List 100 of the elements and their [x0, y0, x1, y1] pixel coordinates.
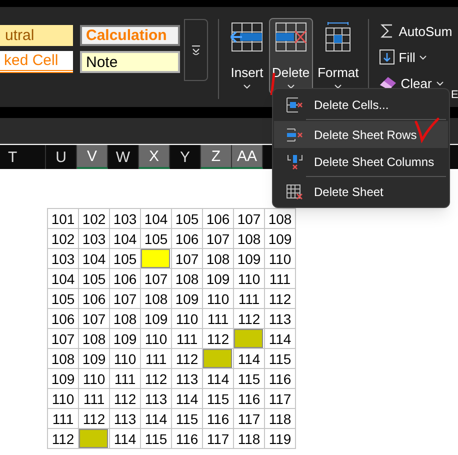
table-cell: 107	[172, 248, 202, 268]
table-cell: 104	[48, 268, 78, 288]
table-cell: 114	[264, 328, 296, 348]
table-cell: 110	[110, 348, 140, 368]
table-cell: 114	[110, 428, 140, 448]
table-cell: 112	[110, 388, 140, 408]
table-cell: 114	[234, 348, 264, 368]
table-cell: 113	[140, 388, 172, 408]
table-cell: 109	[48, 368, 78, 388]
table-cell: 118	[264, 408, 296, 428]
table-cell: 109	[78, 348, 110, 368]
table-cell: 115	[202, 388, 234, 408]
table-cell: 113	[264, 308, 296, 328]
table-cell: 115	[234, 368, 264, 388]
table-cell: 101	[48, 208, 78, 228]
chevron-icon	[419, 54, 428, 60]
format-cells-icon	[323, 22, 354, 52]
table-cell: 104	[140, 208, 172, 228]
menu-item[interactable]: Delete Sheet Rows	[274, 121, 448, 148]
table-cell: 108	[140, 288, 172, 308]
fill-down-icon	[378, 49, 395, 65]
table-cell: 109	[110, 328, 140, 348]
table-cell: 102	[78, 208, 110, 228]
table-cell: 118	[234, 428, 264, 448]
ribbon-button[interactable]: Fill	[378, 47, 452, 67]
table-cell: 110	[172, 308, 202, 328]
table-cell: 103	[110, 208, 140, 228]
table-cell: 107	[202, 228, 234, 248]
table-cell: 106	[172, 228, 202, 248]
delete-rows-icon	[286, 126, 304, 142]
table-cell: 104	[78, 248, 110, 268]
table-cell: 109	[234, 248, 264, 268]
gallery-expand-button[interactable]	[184, 19, 208, 81]
delete-sheet-icon	[286, 184, 304, 200]
table-cell: 107	[110, 288, 140, 308]
table-cell: 106	[110, 268, 140, 288]
table-cell: 109	[202, 268, 234, 288]
table-cell: 106	[202, 208, 234, 228]
table-cell: 117	[264, 388, 296, 408]
table-cell: 113	[110, 408, 140, 428]
table-cell: 114	[140, 408, 172, 428]
table-cell: 117	[202, 428, 234, 448]
ribbon-button[interactable]: Insert	[227, 18, 267, 94]
table-cell: 116	[172, 428, 202, 448]
table-cell: 115	[264, 348, 296, 368]
menu-item[interactable]: Delete Cells...	[274, 91, 448, 118]
table-cell: 113	[172, 368, 202, 388]
table-cell: 111	[172, 328, 202, 348]
table-cell: 116	[264, 368, 296, 388]
table-cell: 116	[202, 408, 234, 428]
table-cell: 103	[78, 228, 110, 248]
chevron-icon	[436, 80, 444, 86]
column-header[interactable]: Z	[201, 145, 232, 169]
table-cell: 111	[202, 308, 234, 328]
chevron-icon	[334, 84, 342, 89]
chevron-icon	[243, 84, 251, 89]
table-cell: 110	[140, 328, 172, 348]
column-header[interactable]: V	[77, 145, 108, 169]
table-cell: 107	[234, 208, 264, 228]
table-cell: 103	[48, 248, 78, 268]
table-cell: 110	[234, 268, 264, 288]
table-cell: 111	[48, 408, 78, 428]
table-cell: 106	[48, 308, 78, 328]
delete-cells-icon	[286, 96, 304, 112]
menu-item[interactable]: Delete Sheet	[274, 178, 448, 205]
sigma-icon	[378, 23, 395, 39]
table-cell: 115	[172, 408, 202, 428]
table-cell: 105	[48, 288, 78, 308]
cell-style[interactable]: Note	[80, 51, 180, 73]
table-cell: 112	[140, 368, 172, 388]
table-cell: 114	[202, 368, 234, 388]
table-cell: 107	[140, 268, 172, 288]
table-cell: 108	[234, 228, 264, 248]
table-cell: 107	[78, 308, 110, 328]
cell-style[interactable]: utral	[0, 25, 73, 46]
table-cell: 106	[78, 288, 110, 308]
table-cell: 119	[264, 428, 296, 448]
table-cell: 108	[110, 308, 140, 328]
ribbon-button[interactable]: AutoSum	[378, 21, 452, 41]
column-header[interactable]: X	[139, 145, 170, 169]
table-cell: 110	[78, 368, 110, 388]
table-cell: 111	[110, 368, 140, 388]
table-cell: 110	[48, 388, 78, 408]
table-cell: 110	[264, 248, 296, 268]
table-cell: 109	[172, 288, 202, 308]
table-cell: 104	[110, 228, 140, 248]
menu-item[interactable]: Delete Sheet Columns	[274, 148, 448, 175]
table-cell: 107	[48, 328, 78, 348]
ribbon-button[interactable]: Format	[314, 18, 362, 94]
table-cell: 105	[78, 268, 110, 288]
table-cell: 108	[172, 268, 202, 288]
table-cell: 111	[234, 288, 264, 308]
table-cell: 108	[202, 248, 234, 268]
table-cell: 116	[234, 388, 264, 408]
table-cell: 114	[172, 388, 202, 408]
table-cell: 111	[140, 348, 172, 368]
table-cell: 109	[140, 308, 172, 328]
table-cell: 108	[48, 348, 78, 368]
column-header[interactable]: AA	[232, 145, 263, 169]
delete-cells-icon	[274, 22, 308, 52]
